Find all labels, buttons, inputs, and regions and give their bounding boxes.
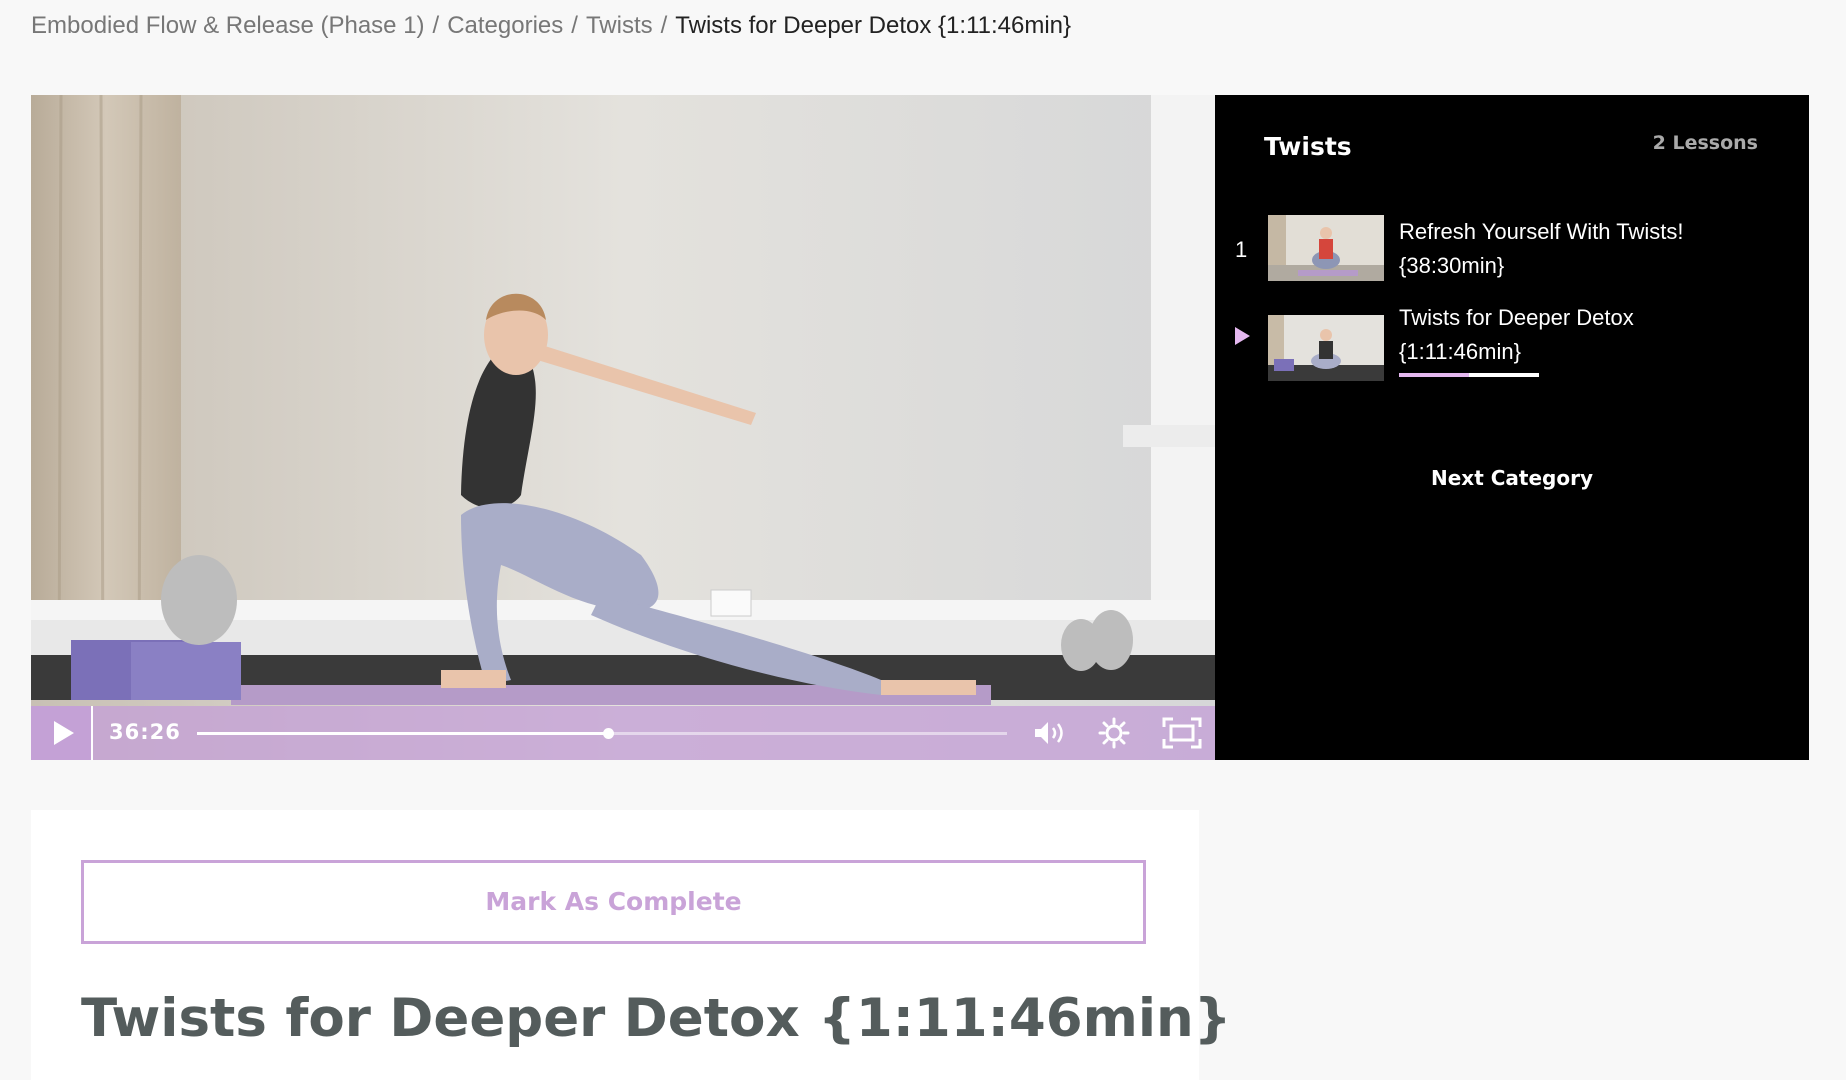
lesson-number: 1 (1235, 237, 1248, 262)
breadcrumb-separator: / (432, 12, 440, 39)
lesson-item-1[interactable]: 1 Refresh Yourself With Twists! {38:30mi… (1215, 215, 1809, 305)
play-button[interactable] (31, 706, 93, 760)
breadcrumb-separator: / (571, 12, 578, 39)
current-time: 36:26 (109, 720, 181, 744)
fullscreen-icon[interactable] (1162, 717, 1202, 749)
breadcrumb-course-link[interactable]: Embodied Flow & Release (Phase 1) (31, 12, 425, 39)
mark-complete-button[interactable]: Mark As Complete (81, 860, 1146, 944)
breadcrumb-current: Twists for Deeper Detox {1:11:46min} (675, 12, 1072, 39)
lesson-progress (1399, 373, 1539, 377)
lesson-count: 2 Lessons (1652, 132, 1758, 154)
progress-bar[interactable] (197, 728, 1007, 739)
video-frame (31, 95, 1215, 760)
settings-icon[interactable] (1098, 717, 1130, 749)
lesson-content: Mark As Complete Twists for Deeper Detox… (31, 810, 1231, 1080)
lesson-sidebar: Twists 2 Lessons 1 Refresh Yourself With… (1215, 95, 1809, 760)
breadcrumb: Embodied Flow & Release (Phase 1) / Catego… (31, 12, 1071, 40)
progress-handle[interactable] (603, 728, 615, 739)
play-icon (54, 721, 74, 745)
lesson-thumbnail (1268, 215, 1384, 281)
next-category-link[interactable]: Next Category (1215, 466, 1809, 490)
sidebar-title: Twists (1264, 132, 1352, 161)
lesson-progress-fill (1399, 373, 1469, 377)
breadcrumb-separator: / (660, 12, 668, 39)
lesson-item-2-current[interactable]: Twists for Deeper Detox {1:11:46min} (1215, 301, 1809, 391)
lesson-title: Refresh Yourself With Twists! {38:30min} (1399, 219, 1684, 278)
lesson-thumbnail (1268, 315, 1384, 381)
lesson-title: Twists for Deeper Detox {1:11:46min} (1399, 305, 1634, 364)
video-player[interactable]: 36:26 (31, 95, 1215, 760)
breadcrumb-category-link[interactable]: Twists (586, 12, 653, 39)
player-controls: 36:26 (31, 706, 1215, 760)
lesson-heading: Twists for Deeper Detox {1:11:46min} (81, 988, 1232, 1049)
breadcrumb-categories-link[interactable]: Categories (447, 12, 563, 39)
volume-icon[interactable] (1032, 717, 1068, 749)
now-playing-icon (1235, 327, 1250, 345)
progress-fill (197, 732, 609, 735)
